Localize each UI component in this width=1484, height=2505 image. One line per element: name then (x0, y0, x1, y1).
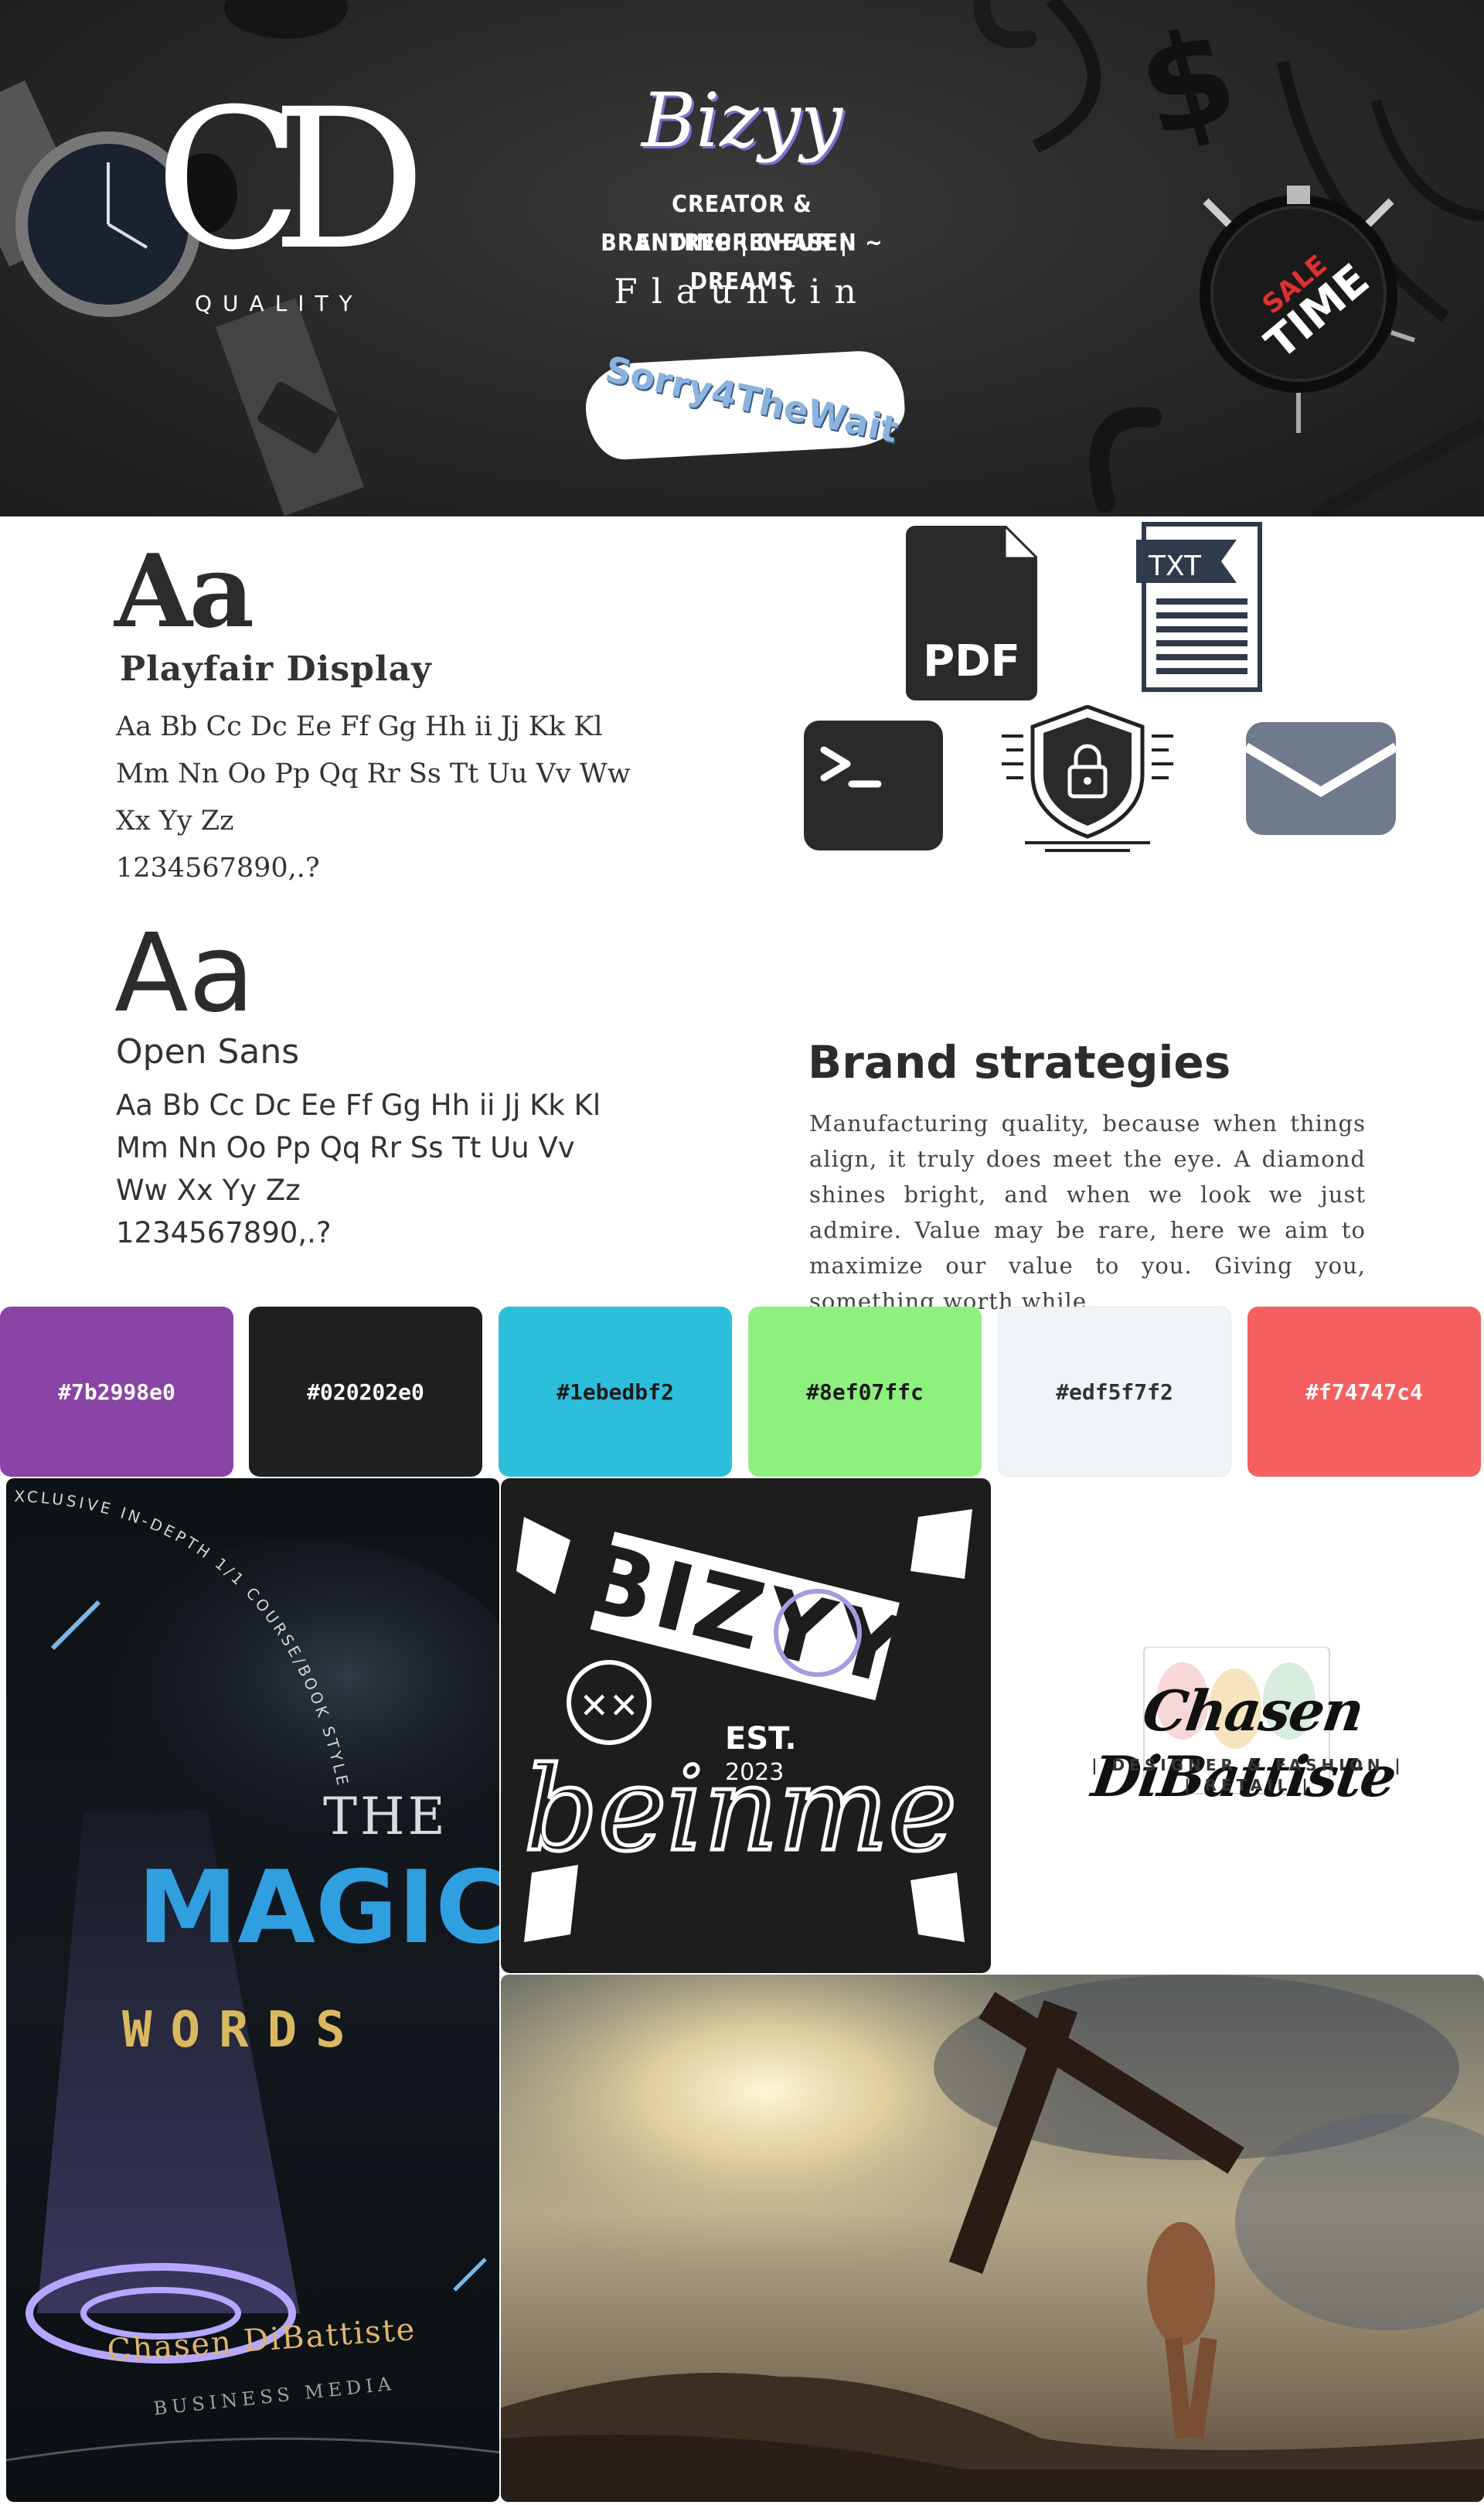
brush-icon (224, 0, 348, 39)
bizyy-tagline-text: beinme (524, 1743, 957, 1877)
sans-sample: Aa Bb Cc Dc Ee Ff Gg Hh ii Jj Kk Kl Mm N… (116, 1084, 626, 1254)
magic-title-text: MAGIC (138, 1849, 499, 1966)
color-swatch: #1ebedbf2 (499, 1307, 732, 1477)
serif-sample-line: Mm Nn Oo Pp Qq Rr Ss Tt Uu Vv Ww (116, 758, 631, 789)
magic-words-image: XCLUSIVE IN-DEPTH 1/1 COURSE/BOOK STYLE … (6, 1478, 499, 2502)
dollar-icon: $ (1124, 0, 1252, 169)
txt-file-icon: TXT (1136, 522, 1262, 692)
hero-brand-script: Bizyy (641, 77, 843, 164)
cross-photo (501, 1975, 1484, 2502)
color-swatch: #8ef07ffc (748, 1307, 982, 1477)
magic-sub-text: BUSINESS MEDIA (152, 2373, 397, 2420)
sans-font-name: Open Sans (116, 1032, 300, 1072)
chasen-logo-subtitle: | DESIGNER & FASHION | | RETAIL | (1047, 1755, 1449, 1795)
hero-flauntin: Flauntin (614, 272, 870, 312)
chasen-logo-line: | RETAIL | (1184, 1776, 1312, 1794)
color-swatch: #020202e0 (249, 1307, 482, 1477)
magic-the-text: THE (323, 1787, 448, 1846)
mail-icon (1246, 722, 1396, 835)
txt-label: TXT (1148, 550, 1202, 582)
serif-sample-line: 1234567890,.? (116, 853, 320, 884)
color-swatch: #f74747c4 (1247, 1307, 1481, 1477)
magic-words-text: WORDS (122, 2002, 364, 2059)
color-swatch: #7b2998e0 (0, 1307, 233, 1477)
chasen-logo-line: | DESIGNER & FASHION | (1091, 1756, 1405, 1774)
brand-heading: Brand strategies (808, 1036, 1231, 1089)
bizyy-logo-image: BIZYY ✕✕ EST. 2023 beinme (501, 1478, 991, 1973)
pdf-label: PDF (923, 636, 1020, 687)
sans-sample-line: 1234567890,.? (116, 1216, 332, 1249)
hero-banner: $ CD QUALITY Bizyy CREATOR & ENTREPRENEU… (0, 0, 1484, 516)
cd-logo: CD (155, 67, 427, 292)
pdf-icon: PDF (906, 526, 1037, 700)
serif-specimen: Aa (114, 532, 254, 650)
color-swatch: #edf5f7f2 (998, 1307, 1231, 1477)
serif-sample-line: Xx Yy Zz (116, 806, 234, 837)
serif-sample: Aa Bb Cc Dc Ee Ff Gg Hh ii Jj Kk Kl Mm N… (116, 704, 657, 892)
shield-lock-icon (1002, 705, 1173, 852)
serif-sample-line: Aa Bb Cc Dc Ee Ff Gg Hh ii Jj Kk Kl (116, 711, 603, 742)
brand-body: Manufacturing quality, because when thin… (809, 1110, 1366, 1314)
logo-caption: QUALITY (195, 291, 363, 316)
svg-text:✕✕: ✕✕ (579, 1685, 638, 1726)
sans-sample-line: Aa Bb Cc Dc Ee Ff Gg Hh ii Jj Kk Kl (116, 1089, 601, 1122)
sans-specimen: Aa (114, 911, 255, 1037)
magic-author-text: Chasen DiBattiste (106, 2312, 417, 2369)
terminal-icon (804, 721, 943, 850)
sans-sample-line: Ww Xx Yy Zz (116, 1174, 301, 1207)
sans-sample-line: Mm Nn Oo Pp Qq Rr Ss Tt Uu Vv (116, 1131, 575, 1164)
serif-font-name: Playfair Display (120, 649, 432, 689)
